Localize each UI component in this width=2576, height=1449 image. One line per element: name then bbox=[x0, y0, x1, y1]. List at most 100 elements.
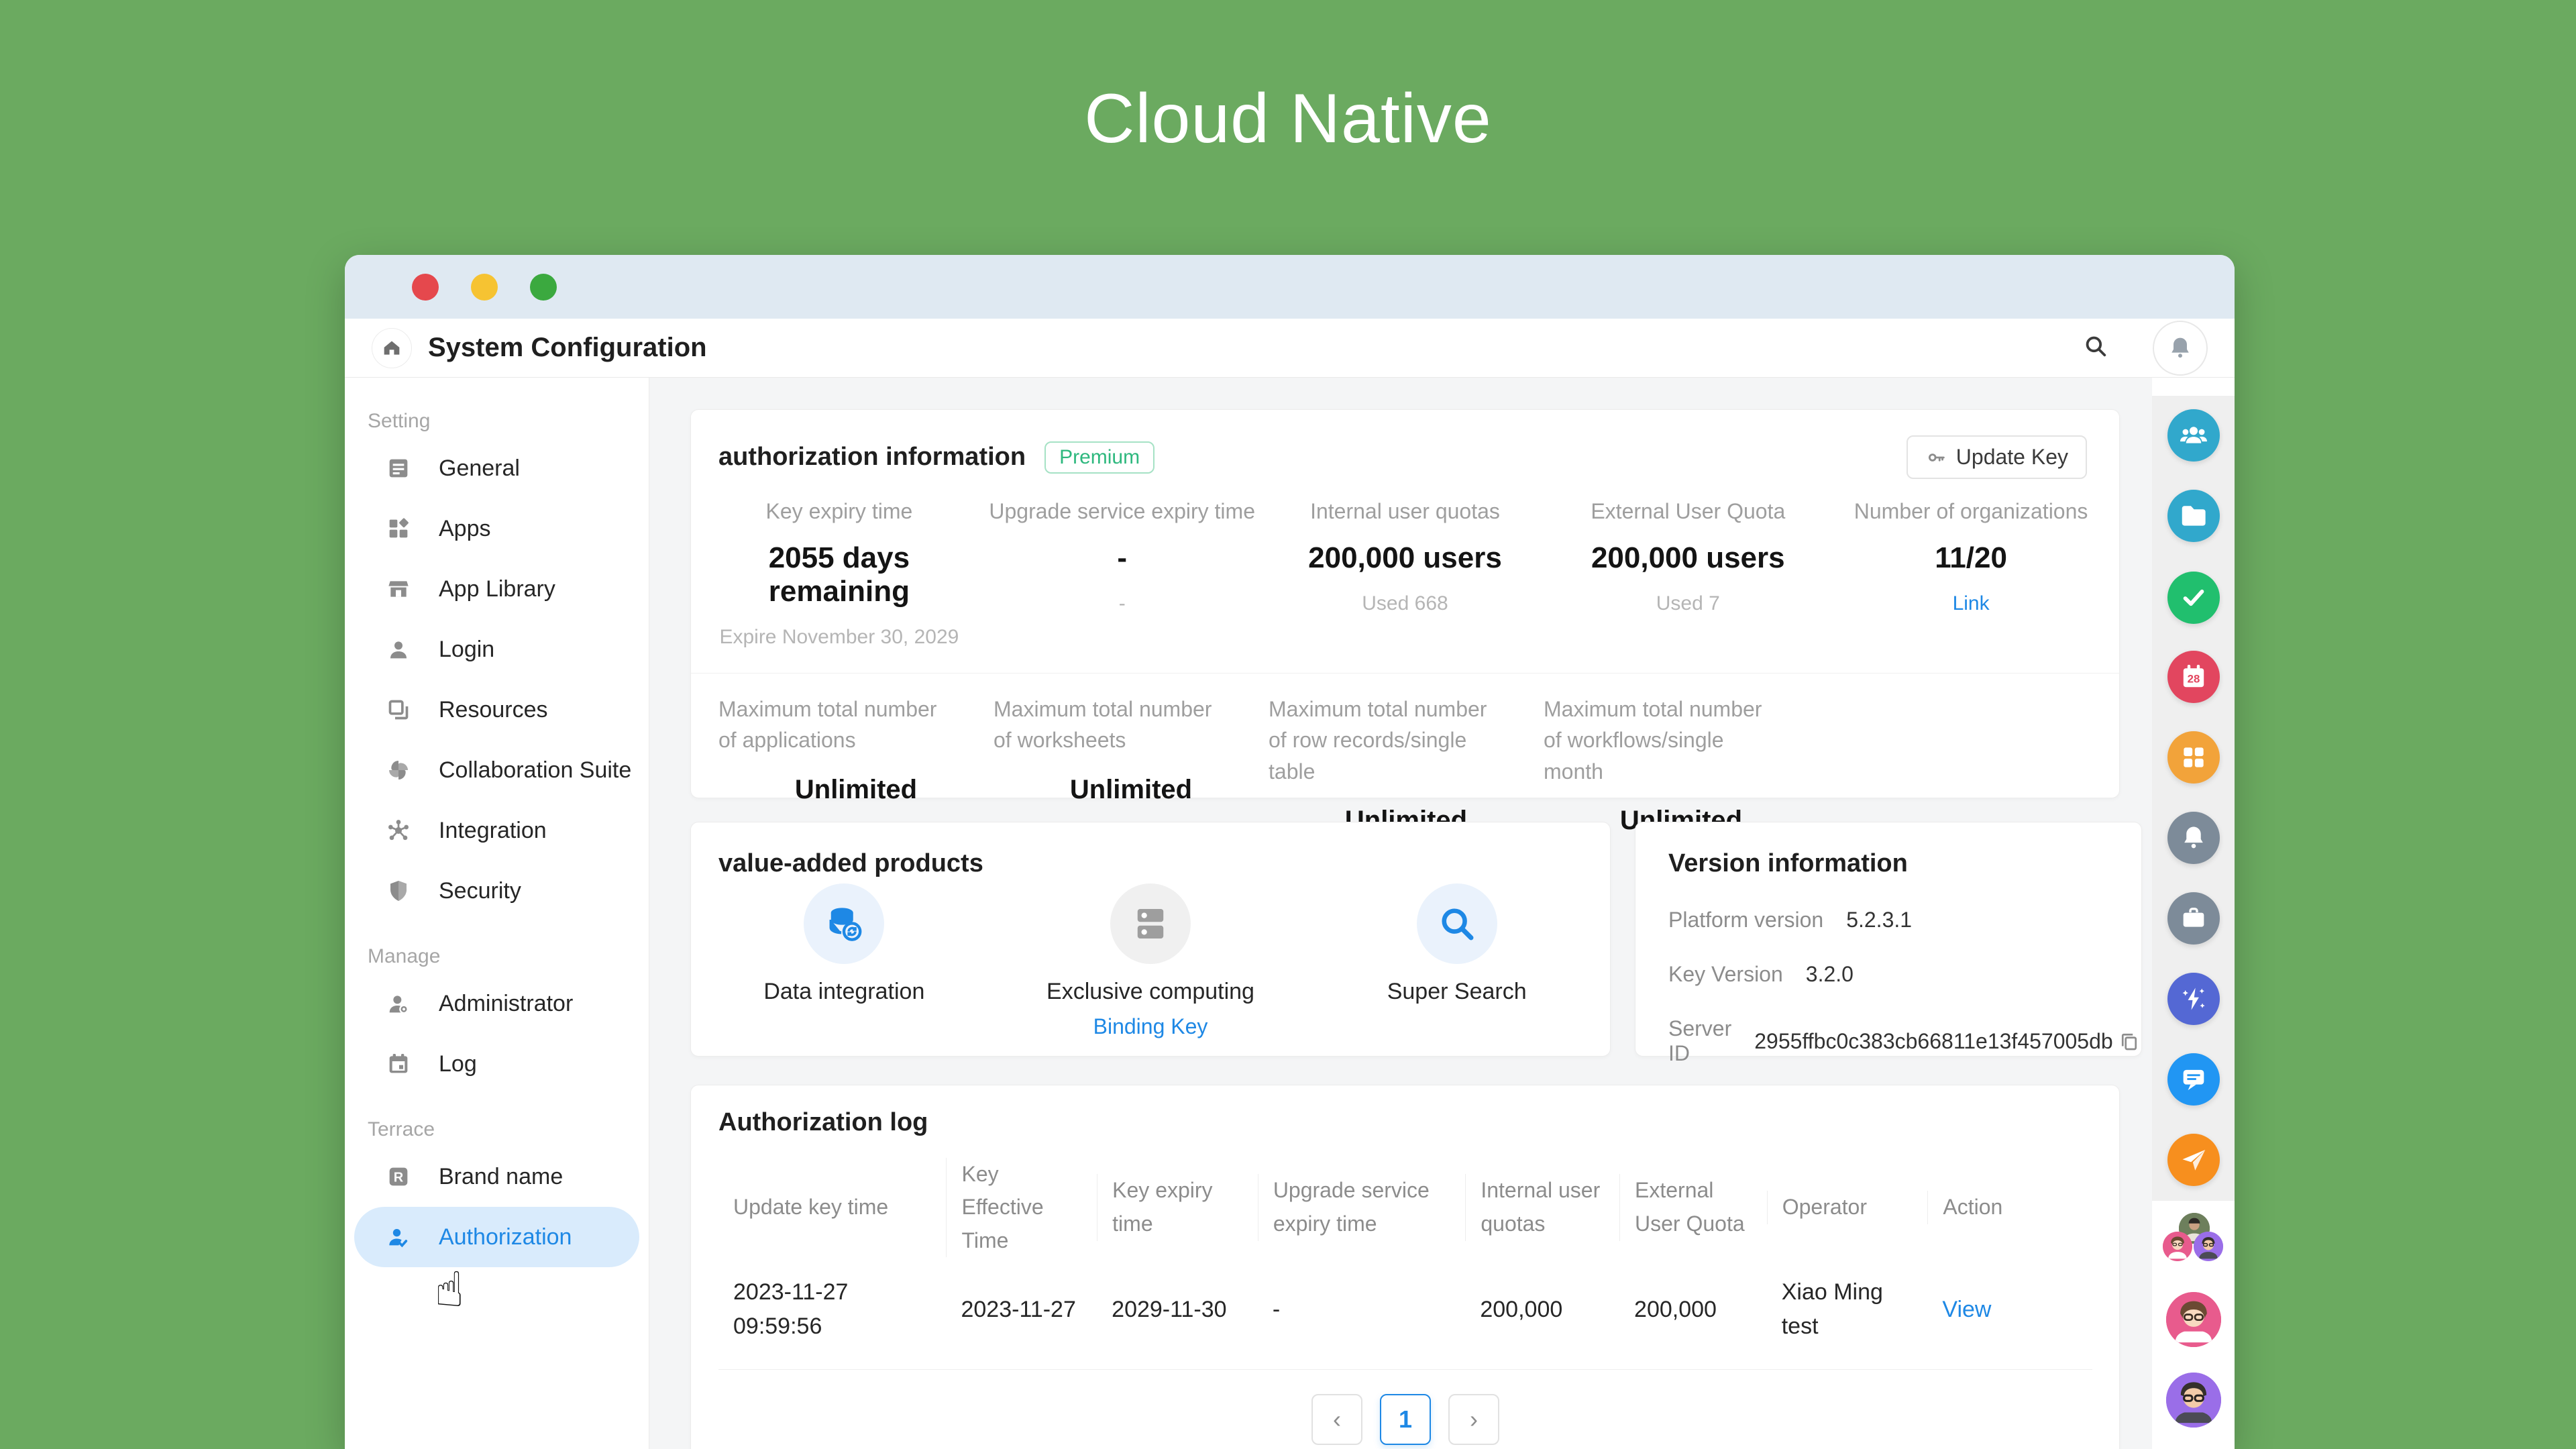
sidebar-item-authorization[interactable]: Authorization bbox=[354, 1207, 639, 1267]
home-button[interactable] bbox=[372, 328, 412, 368]
pinwheel-icon bbox=[385, 757, 412, 784]
sidebar-item-collaboration-suite[interactable]: Collaboration Suite bbox=[354, 740, 639, 800]
apps-grid-icon[interactable] bbox=[2167, 731, 2220, 784]
sidebar-item-label: Apps bbox=[439, 516, 491, 542]
pagination-page-1-button[interactable]: 1 bbox=[1380, 1394, 1431, 1445]
sidebar-item-log[interactable]: Log bbox=[354, 1034, 639, 1094]
sidebar-item-label: Resources bbox=[439, 697, 548, 723]
sidebar-item-apps[interactable]: Apps bbox=[354, 498, 639, 559]
sidebar-item-label: Administrator bbox=[439, 991, 573, 1017]
send-icon[interactable] bbox=[2167, 1134, 2220, 1186]
auth-log-title: Authorization log bbox=[718, 1108, 2092, 1137]
brand-letter-icon: R bbox=[385, 1163, 412, 1190]
minimize-window-button[interactable] bbox=[471, 274, 498, 301]
product-exclusive-computing[interactable]: Exclusive computing Binding Key bbox=[998, 883, 1304, 1039]
key-icon bbox=[1925, 446, 1948, 469]
auth-info-title: authorization information bbox=[718, 443, 1026, 472]
user-avatar-pink[interactable] bbox=[2166, 1292, 2221, 1347]
calendar-28-icon[interactable]: 28 bbox=[2167, 651, 2220, 703]
hub-icon bbox=[385, 817, 412, 844]
limit-workflows: Maximum total number of workflows/single… bbox=[1544, 694, 1819, 836]
person-icon bbox=[385, 636, 412, 663]
column-header: Action bbox=[1927, 1191, 2092, 1224]
admin-icon bbox=[385, 990, 412, 1017]
premium-badge: Premium bbox=[1044, 441, 1155, 474]
avatar bbox=[2163, 1232, 2192, 1261]
avatar bbox=[2194, 1232, 2223, 1261]
copy-server-id-button[interactable] bbox=[2117, 1029, 2141, 1053]
product-data-integration[interactable]: Data integration bbox=[691, 883, 998, 1039]
update-key-button[interactable]: Update Key bbox=[1907, 435, 2087, 479]
settings-sidebar: Setting General Apps App Library Login R… bbox=[345, 378, 649, 1449]
sidebar-item-label: Collaboration Suite bbox=[439, 757, 631, 784]
storefront-icon bbox=[385, 576, 412, 602]
cell-key-expiry-time: 2029-11-30 bbox=[1097, 1293, 1258, 1327]
sidebar-item-integration[interactable]: Integration bbox=[354, 800, 639, 861]
organizations-link[interactable]: Link bbox=[1829, 592, 2112, 615]
column-header: Operator bbox=[1767, 1191, 1928, 1224]
chat-icon[interactable] bbox=[2167, 1053, 2220, 1106]
column-header: Key expiry time bbox=[1097, 1174, 1258, 1240]
app-dock: 28 bbox=[2152, 378, 2235, 1449]
auth-limits-row: Maximum total number of applications Unl… bbox=[691, 674, 2119, 836]
folder-icon[interactable] bbox=[2167, 490, 2220, 542]
table-row: 2023-11-27 09:59:56 2023-11-27 2029-11-3… bbox=[718, 1258, 2092, 1370]
copy-stack-icon bbox=[385, 696, 412, 723]
sidebar-item-login[interactable]: Login bbox=[354, 619, 639, 680]
group-icon[interactable] bbox=[2167, 409, 2220, 462]
sidebar-item-security[interactable]: Security bbox=[354, 861, 639, 921]
sidebar-item-administrator[interactable]: Administrator bbox=[354, 973, 639, 1034]
notifications-button[interactable] bbox=[2153, 321, 2208, 376]
window-content: Setting General Apps App Library Login R… bbox=[345, 378, 2235, 1449]
sidebar-item-app-library[interactable]: App Library bbox=[354, 559, 639, 619]
limit-applications: Maximum total number of applications Unl… bbox=[718, 694, 994, 836]
svg-text:R: R bbox=[394, 1171, 404, 1185]
authorization-information-card: authorization information Premium Update… bbox=[690, 409, 2120, 798]
spark-icon[interactable] bbox=[2167, 973, 2220, 1025]
stat-external-quota: External User Quota 200,000 users Used 7 bbox=[1546, 499, 1829, 649]
sidebar-item-label: Brand name bbox=[439, 1164, 563, 1190]
cursor-pointer-hand: ☝ bbox=[435, 1261, 464, 1318]
sidebar-section-setting: Setting bbox=[345, 410, 649, 438]
pagination-prev-button[interactable]: ‹ bbox=[1311, 1394, 1362, 1445]
window-titlebar bbox=[345, 255, 2235, 319]
cell-upgrade-service-expiry: - bbox=[1258, 1293, 1466, 1327]
limit-worksheets: Maximum total number of worksheets Unlim… bbox=[994, 694, 1269, 836]
version-information-card: Version information Platform version 5.2… bbox=[1635, 822, 2142, 1057]
product-super-search[interactable]: Super Search bbox=[1303, 883, 1610, 1039]
binding-key-link[interactable]: Binding Key bbox=[1093, 1014, 1208, 1039]
calendar-icon bbox=[385, 1051, 412, 1077]
sidebar-item-label: App Library bbox=[439, 576, 555, 602]
pagination-next-button[interactable]: › bbox=[1448, 1394, 1499, 1445]
briefcase-icon[interactable] bbox=[2167, 892, 2220, 945]
check-icon[interactable] bbox=[2167, 572, 2220, 624]
sidebar-item-resources[interactable]: Resources bbox=[354, 680, 639, 740]
page-title: Cloud Native bbox=[0, 79, 2576, 159]
app-window: System Configuration Setting General App… bbox=[345, 255, 2235, 1449]
value-added-title: value-added products bbox=[691, 822, 1610, 878]
bell-icon bbox=[2166, 334, 2194, 362]
search-icon[interactable] bbox=[2082, 332, 2110, 364]
sidebar-section-manage: Manage bbox=[345, 945, 649, 973]
server-icon bbox=[1110, 883, 1191, 964]
cell-operator: Xiao Ming test bbox=[1767, 1275, 1928, 1344]
database-sync-icon bbox=[804, 883, 884, 964]
sidebar-item-brand-name[interactable]: R Brand name bbox=[354, 1146, 639, 1207]
stat-upgrade-expiry: Upgrade service expiry time - - bbox=[981, 499, 1264, 649]
page-heading: System Configuration bbox=[428, 333, 707, 363]
view-link[interactable]: View bbox=[1927, 1293, 2092, 1327]
sidebar-item-label: Log bbox=[439, 1051, 477, 1077]
main-panel: authorization information Premium Update… bbox=[649, 378, 2152, 1449]
maximize-window-button[interactable] bbox=[530, 274, 557, 301]
auth-log-header-row: Update key time Key Effective Time Key e… bbox=[718, 1157, 2092, 1258]
desktop: { "page": { "title": "Cloud Native" }, "… bbox=[0, 0, 2576, 1449]
sidebar-item-general[interactable]: General bbox=[354, 438, 639, 498]
platform-version-row: Platform version 5.2.3.1 bbox=[1668, 908, 2141, 932]
team-avatars[interactable] bbox=[2163, 1213, 2224, 1271]
stat-key-expiry: Key expiry time 2055 days remaining Expi… bbox=[698, 499, 981, 649]
close-window-button[interactable] bbox=[412, 274, 439, 301]
stat-organizations: Number of organizations 11/20 Link bbox=[1829, 499, 2112, 649]
user-avatar-purple[interactable] bbox=[2166, 1373, 2221, 1428]
bell-icon[interactable] bbox=[2167, 812, 2220, 864]
person-check-icon bbox=[385, 1224, 412, 1250]
